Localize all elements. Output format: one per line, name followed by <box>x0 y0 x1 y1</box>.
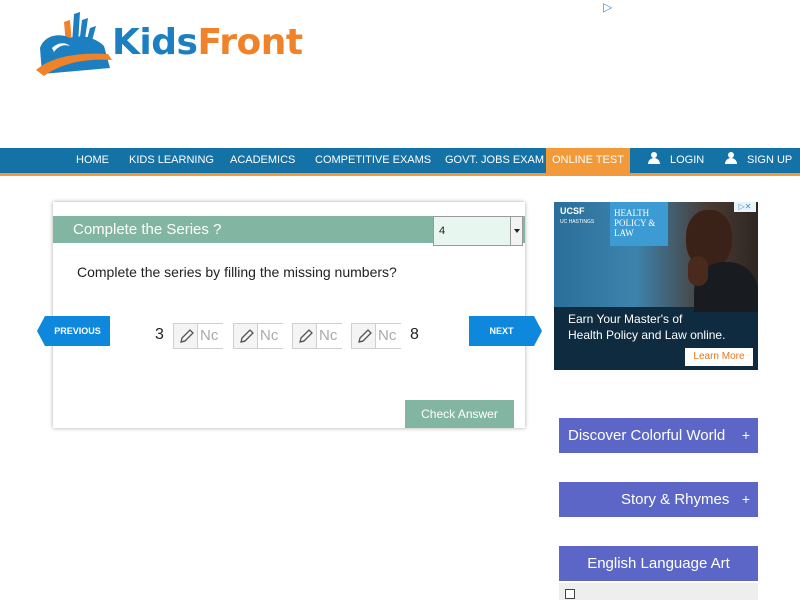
sidebar-item-english-language-art[interactable]: English Language Art <box>559 546 758 581</box>
sidebar-item-discover-colorful-world[interactable]: Discover Colorful World + <box>559 418 758 453</box>
ad-text-line-1: Earn Your Master's of <box>568 312 683 326</box>
user-icon <box>648 152 660 164</box>
kidsfront-logo-icon <box>36 12 112 76</box>
adchoices-icon[interactable]: ▷ <box>603 0 612 14</box>
nav-item-kids-learning[interactable]: KIDS LEARNING <box>129 148 214 173</box>
series-start-number: 3 <box>155 326 164 343</box>
ad-program-label: HEALTH POLICY & LAW <box>610 202 668 246</box>
nav-item-govt-jobs-exam[interactable]: GOVT. JOBS EXAM <box>445 148 544 173</box>
quiz-title: Complete the Series ? <box>73 221 222 238</box>
nav-item-competitive-exams[interactable]: COMPETITIVE EXAMS <box>315 148 431 173</box>
pencil-icon <box>180 329 194 343</box>
series-end-number: 8 <box>410 326 419 343</box>
ad-brand-sub: UC HASTINGS <box>560 219 595 225</box>
ad-banner[interactable]: UCSF UC HASTINGS HEALTH POLICY & LAW ▷✕ … <box>554 202 758 370</box>
question-text: Complete the series by filling the missi… <box>77 264 397 280</box>
ad-text: Earn Your Master's of Health Policy and … <box>568 311 725 343</box>
plus-icon[interactable]: + <box>742 418 750 453</box>
sidebar-item-label: English Language Art <box>587 555 730 572</box>
main-nav: HOME KIDS LEARNING ACADEMICS COMPETITIVE… <box>0 148 800 176</box>
user-icon <box>725 152 737 164</box>
series-blank-2-input[interactable]: Nc <box>257 324 283 348</box>
series-blank-3[interactable]: Nc <box>292 323 342 349</box>
quiz-header: Complete the Series ? 4 <box>53 216 525 246</box>
sidebar-item-label: Discover Colorful World <box>568 427 726 444</box>
logo-text-kids: Kids <box>112 21 198 63</box>
ad-person-hand <box>688 256 708 286</box>
ad-brand: UCSF UC HASTINGS <box>560 206 594 228</box>
sidebar-item-label: Story & Rhymes <box>621 491 730 508</box>
page: KidsFront ▷ HOME KIDS LEARNING ACADEMICS… <box>0 0 800 600</box>
nav-item-login[interactable]: LOGIN <box>648 148 704 173</box>
previous-button[interactable]: PREVIOUS <box>37 316 110 346</box>
series-blank-2[interactable]: Nc <box>233 323 283 349</box>
plus-icon[interactable]: + <box>742 482 750 517</box>
pencil-icon <box>240 329 254 343</box>
nav-item-signup[interactable]: SIGN UP <box>725 148 792 173</box>
ad-close-icon[interactable]: ▷✕ <box>734 202 756 212</box>
series-select-value: 4 <box>439 225 446 237</box>
nav-login-label: LOGIN <box>670 154 705 166</box>
quiz-card: Complete the Series ? 4 Complete the ser… <box>37 202 542 428</box>
ad-text-line-2: Health Policy and Law online. <box>568 328 726 342</box>
series-blank-3-input[interactable]: Nc <box>316 324 342 348</box>
nav-item-home[interactable]: HOME <box>76 148 109 173</box>
ad-program-line: LAW <box>614 228 634 238</box>
ad-brand-name: UCSF <box>560 206 585 216</box>
nav-item-academics[interactable]: ACADEMICS <box>230 148 295 173</box>
kidsfront-logo[interactable]: KidsFront <box>34 8 303 76</box>
series-blank-1-input[interactable]: Nc <box>197 324 223 348</box>
nav-signup-label: SIGN UP <box>747 154 793 166</box>
next-button[interactable]: NEXT <box>469 316 542 346</box>
series-select[interactable]: 4 <box>433 216 523 246</box>
series-blank-1[interactable]: Nc <box>173 323 223 349</box>
logo-text: KidsFront <box>112 22 303 63</box>
sidebar-item-story-rhymes[interactable]: Story & Rhymes + <box>559 482 758 517</box>
pencil-icon <box>299 329 313 343</box>
ad-program-line: POLICY & <box>614 218 656 228</box>
series-blank-4[interactable]: Nc <box>351 323 401 349</box>
series-blank-4-input[interactable]: Nc <box>375 324 401 348</box>
check-answer-button[interactable]: Check Answer <box>405 400 514 428</box>
checkbox[interactable] <box>565 589 575 599</box>
nav-item-online-test[interactable]: ONLINE TEST <box>546 148 630 173</box>
chevron-down-icon[interactable] <box>510 217 522 245</box>
ad-learn-more-button[interactable]: Learn More <box>685 348 753 366</box>
logo-text-front: Front <box>197 21 303 63</box>
sidebar-subitem[interactable] <box>559 583 758 600</box>
ad-program-line: HEALTH <box>614 208 650 218</box>
pencil-icon <box>358 329 372 343</box>
